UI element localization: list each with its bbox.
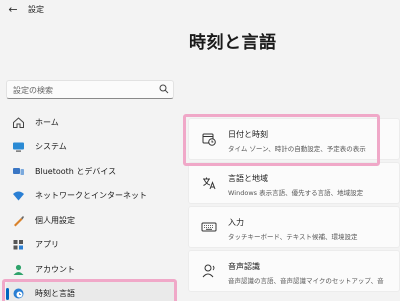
card-typing[interactable]: 入力 タッチキーボード、テキスト候補、環境設定 — [188, 206, 400, 248]
system-icon — [11, 140, 25, 154]
sidebar-item-label: Bluetooth とデバイス — [35, 166, 117, 176]
search-placeholder: 設定の検索 — [13, 86, 53, 95]
sidebar-item-accounts[interactable]: アカウント — [6, 257, 176, 281]
back-arrow-icon[interactable]: ← — [6, 3, 20, 17]
card-subtitle: タッチキーボード、テキスト候補、環境設定 — [228, 233, 358, 241]
sidebar-item-label: アカウント — [35, 264, 75, 274]
speech-icon — [202, 264, 215, 278]
page-title: 時刻と言語 — [189, 33, 277, 53]
sidebar-item-network[interactable]: ネットワークとインターネット — [6, 184, 176, 208]
card-language-region[interactable]: 言語と地域 Windows 表示言語、優先する言語、地域設定 — [188, 162, 400, 204]
sidebar-item-personalization[interactable]: 個人用設定 — [6, 208, 176, 232]
home-icon — [11, 115, 25, 129]
sidebar-nav: ホーム システム Bluetooth とデバイス ネットワークとインターネット … — [6, 110, 176, 301]
sidebar-item-system[interactable]: システム — [6, 135, 176, 159]
highlight-box-sidebar — [2, 279, 177, 301]
card-subtitle: Windows 表示言語、優先する言語、地域設定 — [228, 189, 364, 197]
card-title: 言語と地域 — [228, 174, 268, 183]
sidebar-item-bluetooth[interactable]: Bluetooth とデバイス — [6, 159, 176, 183]
highlight-box-date-time — [183, 114, 380, 166]
network-icon — [11, 189, 25, 203]
sidebar-item-apps[interactable]: アプリ — [6, 233, 176, 257]
sidebar-item-label: ネットワークとインターネット — [35, 191, 147, 200]
card-title: 入力 — [228, 218, 244, 227]
apps-icon — [11, 238, 25, 252]
sidebar-item-home[interactable]: ホーム — [6, 110, 176, 134]
sidebar-item-label: システム — [35, 142, 67, 151]
language-icon — [203, 177, 216, 190]
keyboard-icon — [201, 222, 217, 232]
card-title: 音声認識 — [228, 262, 260, 271]
search-icon[interactable] — [159, 84, 169, 94]
title-bar: ← 設定 — [0, 0, 400, 20]
card-speech[interactable]: 音声認識 音声認識の言語、音声認識マイクのセットアップ、音 — [188, 250, 400, 292]
bluetooth-icon — [11, 164, 25, 178]
sidebar-item-label: 個人用設定 — [35, 215, 75, 225]
sidebar-item-label: ホーム — [35, 117, 59, 127]
sidebar-item-label: アプリ — [35, 240, 59, 249]
personalization-icon — [11, 213, 25, 227]
account-icon — [11, 262, 25, 276]
card-subtitle: 音声認識の言語、音声認識マイクのセットアップ、音 — [228, 277, 384, 285]
search-input[interactable]: 設定の検索 — [6, 80, 174, 99]
app-title: 設定 — [28, 5, 44, 14]
